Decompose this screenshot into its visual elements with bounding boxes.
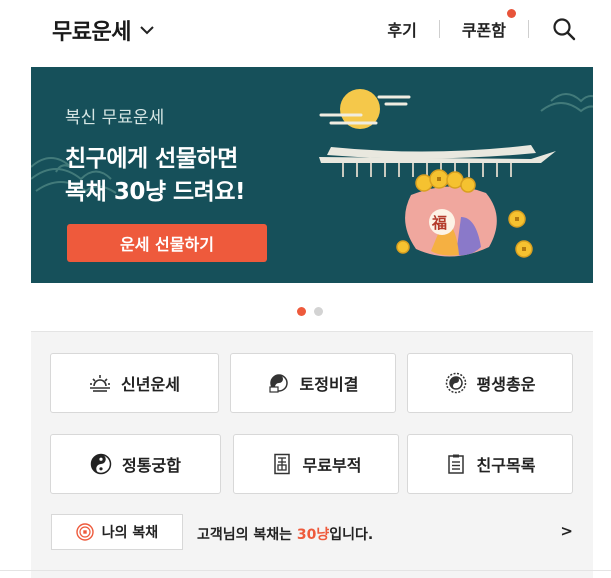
menu-item-friend-list[interactable]: 친구목록	[407, 434, 573, 494]
menu-item-label: 무료부적	[302, 456, 362, 475]
coupon-box-link[interactable]: 쿠폰함	[461, 9, 516, 41]
banner-headline: 친구에게 선물하면 복채 30냥 드려요!	[65, 143, 245, 209]
banner-headline-line-1: 친구에게 선물하면	[65, 146, 238, 172]
fortune-menu: 신년운세 토정비결 평생총운 정통궁합 무료부적 친구목록 나의 복채 고객님의…	[31, 331, 593, 578]
talisman-icon	[273, 453, 290, 475]
gift-fortune-button[interactable]: 운세 선물하기	[67, 224, 267, 262]
fee-message-prefix: 고객님의 복채는	[197, 527, 297, 543]
menu-item-label: 친구목록	[476, 456, 536, 475]
menu-item-new-year-fortune[interactable]: 신년운세	[50, 353, 219, 413]
my-fee-label: 나의 복채	[101, 525, 159, 541]
menu-item-tojeong-bigyeol[interactable]: 토정비결	[230, 353, 396, 413]
fee-message: 고객님의 복채는 30냥입니다.	[197, 524, 373, 544]
menu-item-label: 정통궁합	[122, 456, 181, 475]
banner-subtitle: 복신 무료운세	[65, 108, 165, 128]
sunrise-icon	[90, 375, 111, 392]
menu-item-label: 토정비결	[299, 375, 359, 394]
fee-amount: 30냥	[296, 527, 330, 543]
page-title: 무료운세	[52, 20, 131, 45]
coin-icon	[76, 523, 94, 541]
pager-dot-2[interactable]	[314, 307, 323, 316]
pouch-character: 福	[432, 214, 448, 232]
yin-yang-icon	[90, 453, 112, 475]
clipboard-list-icon	[447, 454, 464, 474]
fee-message-suffix: 입니다.	[329, 527, 374, 543]
promo-banner[interactable]: 복신 무료운세 친구에게 선물하면 복채 30냥 드려요! 운세 선물하기 福	[31, 67, 593, 283]
menu-item-compatibility[interactable]: 정통궁합	[50, 434, 221, 494]
fee-detail-arrow[interactable]: >	[560, 522, 573, 540]
menu-item-label: 신년운세	[121, 375, 180, 394]
coupon-box-label: 쿠폰함	[461, 21, 506, 40]
pager-dot-1[interactable]	[297, 307, 306, 316]
my-fee-button[interactable]: 나의 복채	[51, 514, 183, 550]
chevron-down-icon	[140, 26, 154, 35]
search-icon[interactable]	[551, 16, 577, 42]
divider	[528, 20, 529, 38]
top-bar: 무료운세 후기 쿠폰함	[0, 0, 611, 60]
menu-item-lifetime-fortune[interactable]: 평생총운	[407, 353, 573, 413]
reviews-link[interactable]: 후기	[387, 17, 416, 41]
top-actions: 후기 쿠폰함	[387, 9, 577, 42]
banner-headline-line-2: 복채 30냥 드려요!	[65, 179, 245, 205]
divider	[0, 570, 611, 571]
divider	[438, 20, 440, 38]
compass-icon	[445, 372, 466, 394]
banner-pager	[297, 307, 323, 316]
yin-yang-book-icon	[268, 374, 288, 393]
menu-item-label: 평생총운	[476, 375, 536, 394]
menu-item-free-talisman[interactable]: 무료부적	[233, 434, 399, 494]
service-menu-toggle[interactable]: 무료운세	[52, 14, 155, 46]
new-badge-dot	[507, 9, 516, 18]
